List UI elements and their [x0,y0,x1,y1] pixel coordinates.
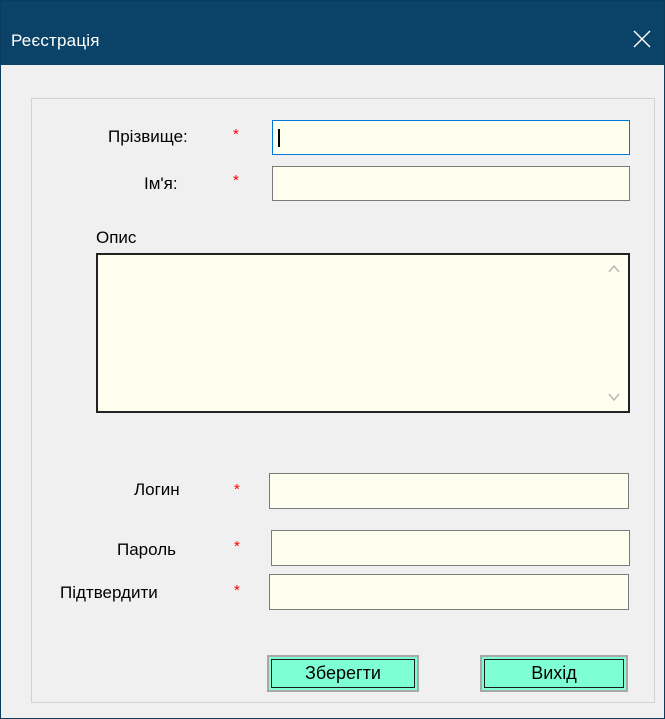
password-required-mark: * [234,538,240,555]
close-button[interactable] [620,21,664,57]
exit-button[interactable]: Вихід [480,655,628,692]
surname-label: Прізвище: [108,127,188,146]
surname-field[interactable] [272,120,630,155]
description-label: Опис [96,228,137,247]
name-label: Ім'я: [144,174,178,193]
name-required-mark: * [233,172,239,189]
window-title: Реєстрація [11,31,100,50]
description-textarea[interactable] [98,255,598,411]
title-bar[interactable]: Реєстрація [1,1,664,65]
description-scrollbar[interactable] [600,255,628,411]
scroll-up-icon[interactable] [606,261,622,277]
login-required-mark: * [234,481,240,498]
password-field[interactable] [271,530,630,566]
name-field[interactable] [272,166,630,201]
password-label: Пароль [117,540,176,559]
text-caret [278,129,280,147]
close-icon [633,30,651,48]
exit-button-label: Вихід [484,659,624,688]
scroll-down-icon[interactable] [606,389,622,405]
save-button[interactable]: Зберегти [267,655,419,692]
surname-required-mark: * [233,126,239,143]
description-memo[interactable] [96,253,630,413]
registration-window: Реєстрація Прізвище: * Ім'я: * Опис Логи… [0,0,665,719]
confirm-password-label: Підтвердити [60,583,158,602]
confirm-password-field[interactable] [269,574,629,610]
login-label: Логин [134,480,180,499]
confirm-required-mark: * [234,582,240,599]
login-field[interactable] [269,473,629,509]
save-button-label: Зберегти [271,659,415,688]
